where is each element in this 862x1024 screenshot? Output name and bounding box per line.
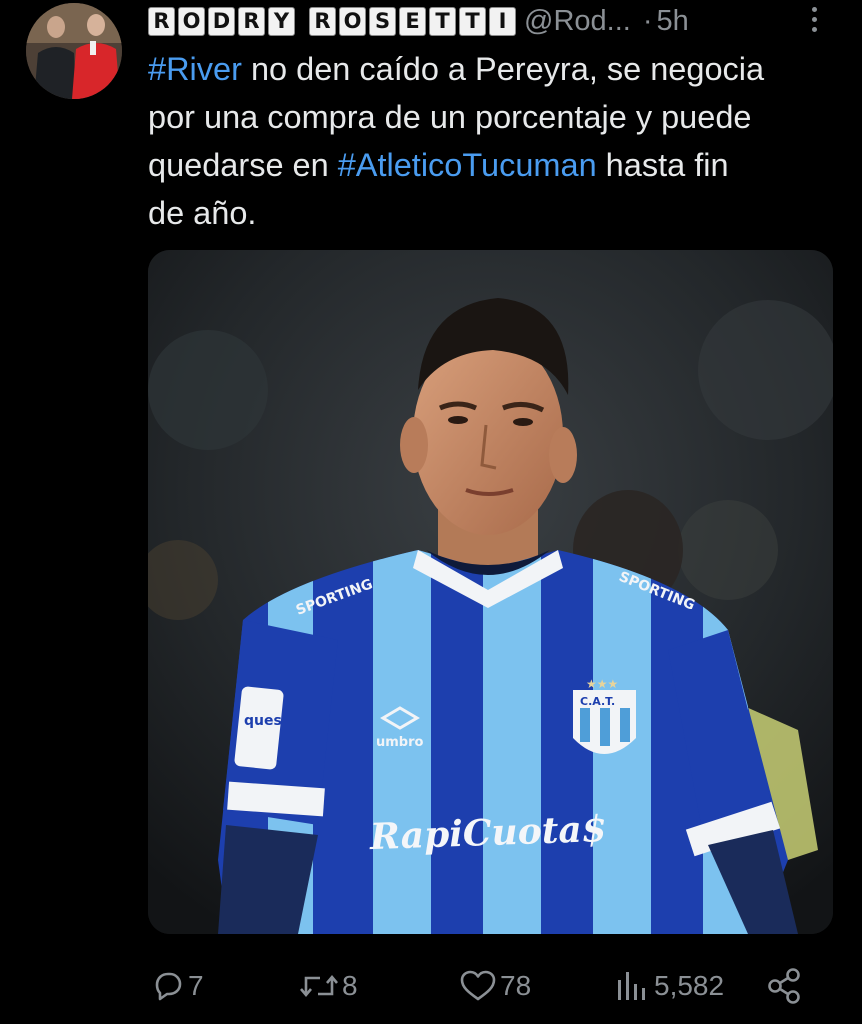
tweet-header: R O D R Y R O S E T T I @Rod... · 5h <box>148 2 689 40</box>
views-count: 5,582 <box>654 970 725 1001</box>
name-tile: T <box>459 6 486 36</box>
like-count: 78 <box>500 970 532 1001</box>
tweet[interactable]: R O D R Y R O S E T T I @Rod... · 5h #Ri… <box>0 0 862 1024</box>
name-tile: T <box>429 6 456 36</box>
repost-button[interactable]: 8 <box>298 967 358 1005</box>
reply-count: 7 <box>188 970 204 1001</box>
name-tile: S <box>369 6 396 36</box>
sponsor-text: RapiCuota$ <box>368 808 607 858</box>
text-fragment: hasta fin <box>596 147 729 183</box>
name-tile: O <box>178 6 205 36</box>
like-button[interactable]: 78 <box>458 967 531 1005</box>
name-tile: I <box>489 6 516 36</box>
author-handle[interactable]: @Rod... <box>524 5 631 38</box>
avatar-image <box>26 3 122 99</box>
name-tile: D <box>208 6 235 36</box>
reply-icon <box>155 972 182 1001</box>
tweet-text: #River no den caído a Pereyra, se negoci… <box>148 45 848 237</box>
more-icon[interactable] <box>800 2 828 36</box>
reply-button[interactable]: 7 <box>150 967 204 1005</box>
separator-dot: · <box>642 4 653 37</box>
views-button[interactable]: 5,582 <box>612 967 724 1005</box>
text-line: por una compra de un porcentaje y puede <box>148 99 752 135</box>
author-name[interactable]: R O D R Y R O S E T T I <box>148 6 516 36</box>
views-icon <box>618 972 645 1000</box>
name-tile: E <box>399 6 426 36</box>
svg-text:★★★: ★★★ <box>586 677 618 691</box>
text-line: #River no den caído a Pereyra, se negoci… <box>148 45 848 93</box>
hashtag-link[interactable]: #River <box>148 51 242 87</box>
action-bar: 7 8 78 5,582 <box>0 955 862 1017</box>
avatar[interactable] <box>26 3 122 99</box>
name-tile: R <box>238 6 265 36</box>
like-icon <box>460 970 496 1001</box>
name-tile: R <box>309 6 336 36</box>
tweet-photo[interactable]: SPORTING SPORTING umbro C.A.T. ★★★ RapiC… <box>148 250 833 934</box>
name-tile: Y <box>268 6 295 36</box>
text-fragment: no den caído a Pereyra, se negocia <box>241 51 765 87</box>
name-tile: O <box>339 6 366 36</box>
name-tile: R <box>148 6 175 36</box>
text-line: quedarse en #AtleticoTucuman hasta fin <box>148 141 848 189</box>
player-photo: SPORTING SPORTING umbro C.A.T. ★★★ RapiC… <box>148 250 833 934</box>
crest-text: C.A.T. <box>580 695 615 708</box>
text-line: de año. <box>148 195 257 231</box>
sleeve-patch-text: ques <box>244 713 282 729</box>
text-fragment: quedarse en <box>148 147 338 183</box>
kit-maker-text: umbro <box>376 735 424 750</box>
hashtag-link[interactable]: #AtleticoTucuman <box>338 147 597 183</box>
share-icon <box>768 968 800 1004</box>
share-button[interactable] <box>764 967 804 1005</box>
timestamp[interactable]: 5h <box>656 5 688 38</box>
repost-icon <box>300 974 338 998</box>
repost-count: 8 <box>342 970 358 1001</box>
